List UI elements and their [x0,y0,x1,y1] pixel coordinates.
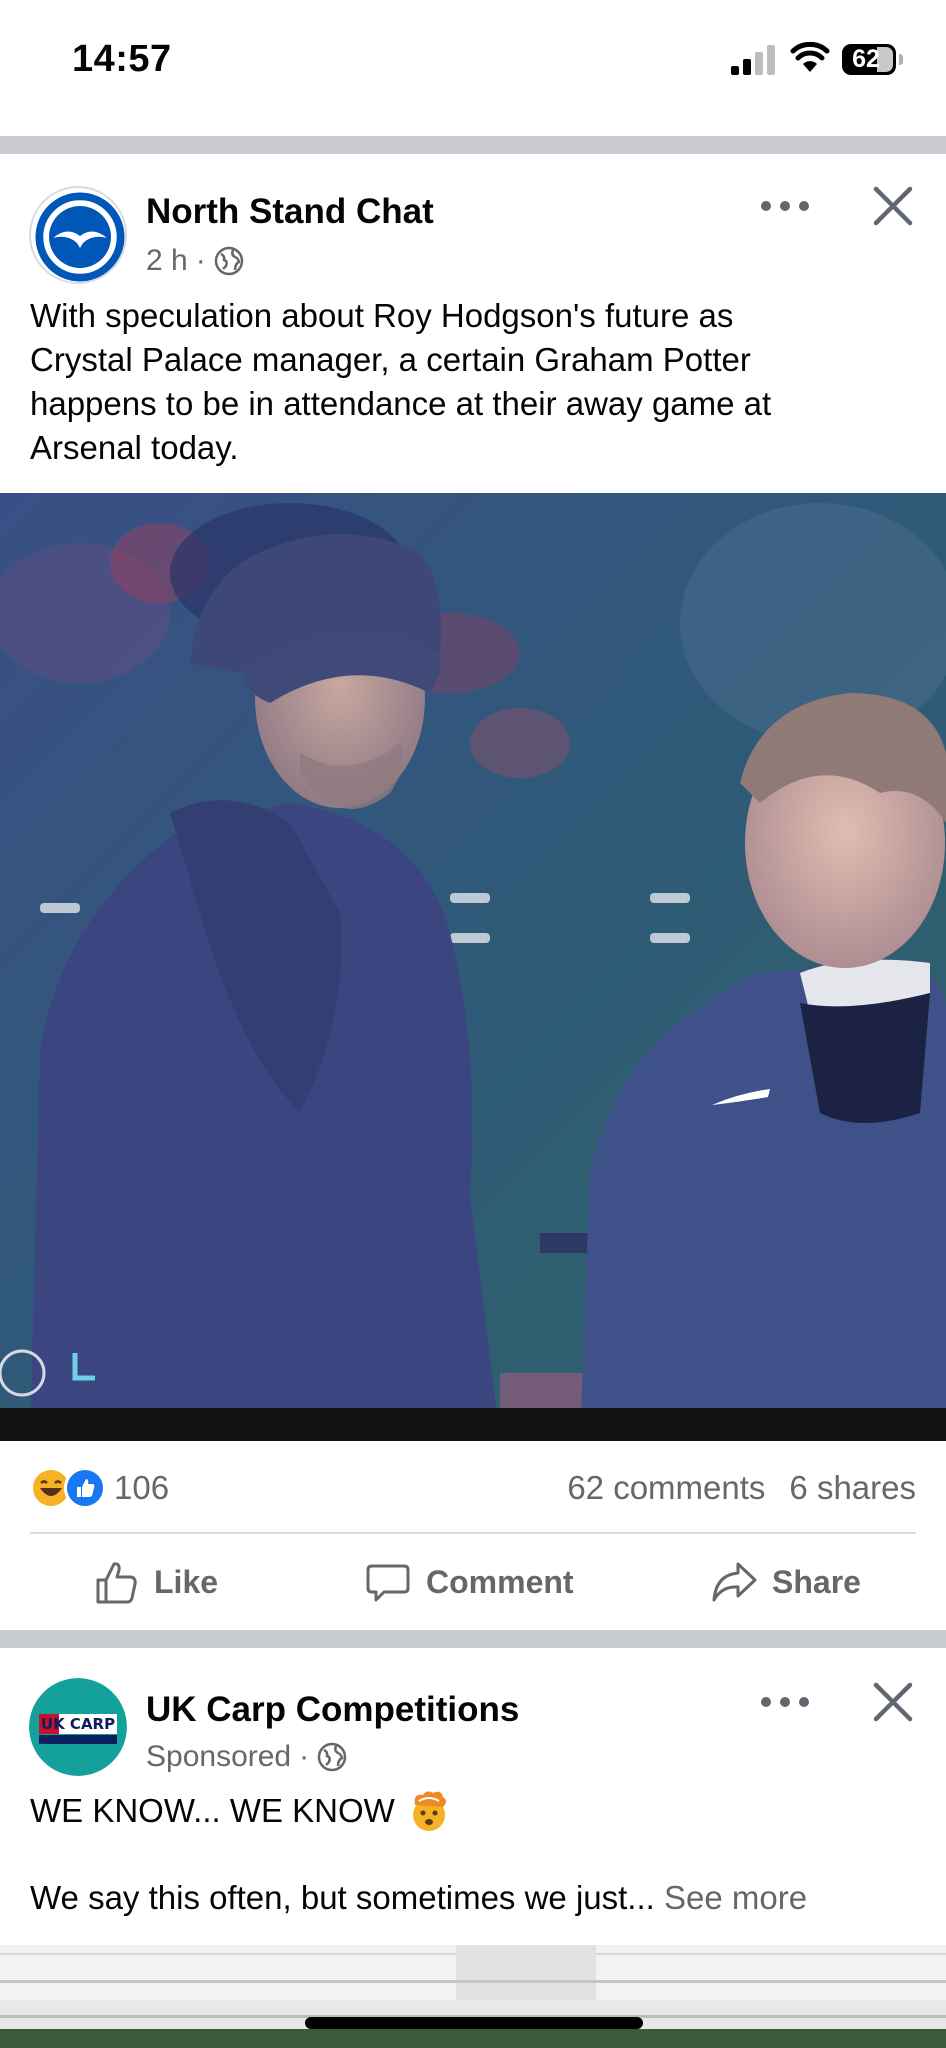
like-label: Like [154,1563,219,1600]
more-options-icon[interactable] [755,186,815,226]
sponsored-label: Sponsored [146,1740,292,1773]
post-text-line: Arsenal today. [30,429,239,466]
status-time: 14:57 [72,38,172,80]
comment-icon [366,1564,410,1602]
battery-icon: 62 [842,44,896,75]
more-options-icon[interactable] [755,1682,815,1722]
page-name[interactable]: UK Carp Competitions [146,1690,519,1730]
post-photo[interactable] [0,493,946,1441]
meta-separator: · [195,244,206,277]
divider [30,1532,916,1534]
feed-divider [0,1630,946,1648]
ad-media-preview[interactable] [0,1945,946,2048]
globe-icon [317,1742,347,1772]
page-avatar[interactable]: UK CARP [29,1678,127,1776]
like-button[interactable]: Like [92,1556,218,1608]
post-stats: 62 comments 6 shares [567,1466,916,1510]
reaction-count: 106 [114,1469,170,1506]
comment-button[interactable]: Comment [364,1556,574,1608]
home-indicator[interactable] [305,2017,643,2029]
close-icon[interactable] [871,184,915,228]
post-meta: Sponsored · [146,1740,347,1774]
feed-divider [0,136,946,154]
ad-body-text: We say this often, but sometimes we just… [30,1879,655,1916]
svg-text:UK CARP: UK CARP [41,1715,115,1733]
uk-carp-logo-icon: UK CARP [29,1678,127,1776]
wifi-icon [790,42,830,72]
ad-headline-text: WE KNOW... WE KNOW [30,1792,395,1829]
status-bar: 14:57 62 [0,0,946,130]
share-label: Share [772,1563,861,1600]
like-emoji-icon [64,1467,106,1509]
brighton-crest-icon [33,190,125,282]
share-button[interactable]: Share [710,1556,861,1608]
page-name[interactable]: North Stand Chat [146,192,434,232]
cellular-signal-icon [731,45,775,75]
post-time: 2 h [146,244,188,277]
post-text: With speculation about Roy Hodgson's fut… [30,294,771,470]
battery-level: 62 [852,45,880,73]
comment-label: Comment [426,1563,574,1600]
post-text-line: With speculation about Roy Hodgson's fut… [30,297,734,334]
ad-headline: WE KNOW... WE KNOW [30,1789,451,1833]
post-meta: 2 h · [146,244,244,278]
reactions-summary[interactable]: 106 [30,1466,169,1510]
close-icon[interactable] [871,1680,915,1724]
shares-count[interactable]: 6 shares [789,1466,916,1510]
page-avatar[interactable] [29,186,127,284]
thumbs-up-icon [96,1562,137,1604]
comments-count[interactable]: 62 comments [567,1466,765,1510]
mind-blown-emoji-icon [412,1791,446,1831]
meta-separator: · [299,1740,310,1773]
post-text-line: Crystal Palace manager, a certain Graham… [30,341,751,378]
see-more-link[interactable]: See more [664,1879,807,1916]
post-text-line: happens to be in attendance at their awa… [30,385,772,422]
ad-body: We say this often, but sometimes we just… [30,1876,807,1920]
globe-icon [214,246,243,276]
share-arrow-icon [712,1562,757,1602]
post-photo-image [0,493,946,1441]
